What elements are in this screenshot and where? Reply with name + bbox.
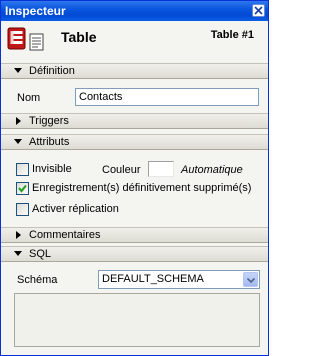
inspector-window: Inspecteur Table Table #1 Définition Nom… <box>0 0 269 356</box>
sql-text-area[interactable] <box>14 293 260 347</box>
document-icon <box>29 33 44 51</box>
close-icon <box>254 6 263 15</box>
close-button[interactable] <box>252 4 265 17</box>
schema-dropdown-button[interactable] <box>243 272 258 287</box>
color-value: Automatique <box>181 164 243 176</box>
name-label: Nom <box>17 92 41 104</box>
section-triggers[interactable]: Triggers <box>1 113 268 129</box>
sql-panel: Schéma DEFAULT_SCHEMA <box>1 262 268 355</box>
inspector-header: Table Table #1 <box>1 21 268 61</box>
color-swatch[interactable] <box>148 161 174 177</box>
object-kind: Table <box>61 29 97 45</box>
triangle-right-icon <box>16 231 21 239</box>
section-attributes[interactable]: Attributs <box>1 134 268 150</box>
replication-label: Activer réplication <box>32 203 119 215</box>
section-definition-label: Définition <box>29 65 75 77</box>
name-field-value: Contacts <box>79 91 123 103</box>
triangle-down-icon <box>14 68 22 73</box>
title-bar[interactable]: Inspecteur <box>1 1 268 21</box>
object-name: Table #1 <box>210 29 254 41</box>
section-comments[interactable]: Commentaires <box>1 227 268 243</box>
deleted-records-checkbox[interactable] <box>16 182 29 195</box>
section-comments-label: Commentaires <box>29 229 101 241</box>
invisible-checkbox[interactable] <box>16 163 29 176</box>
schema-label: Schéma <box>17 274 58 286</box>
chevron-down-icon <box>247 278 255 283</box>
section-triggers-label: Triggers <box>29 115 69 127</box>
window-title: Inspecteur <box>5 4 66 18</box>
triangle-right-icon <box>16 117 21 125</box>
triangle-down-icon <box>14 251 22 256</box>
name-field[interactable]: Contacts <box>75 88 259 106</box>
table-icon <box>7 27 26 50</box>
deleted-records-label: Enregistrement(s) définitivement supprim… <box>32 182 252 194</box>
checkmark-icon <box>18 184 27 193</box>
section-attributes-label: Attributs <box>29 136 70 148</box>
invisible-label: Invisible <box>32 163 72 175</box>
schema-select[interactable]: DEFAULT_SCHEMA <box>98 270 260 289</box>
section-sql[interactable]: SQL <box>1 246 268 262</box>
section-definition[interactable]: Définition <box>1 63 268 79</box>
definition-panel: Nom Contacts <box>1 79 268 113</box>
triangle-down-icon <box>14 139 22 144</box>
section-sql-label: SQL <box>29 248 52 260</box>
color-label: Couleur <box>102 164 141 176</box>
schema-select-value: DEFAULT_SCHEMA <box>102 273 204 285</box>
replication-checkbox[interactable] <box>16 203 29 216</box>
attributes-panel: Invisible Couleur Automatique Enregistre… <box>1 150 268 226</box>
